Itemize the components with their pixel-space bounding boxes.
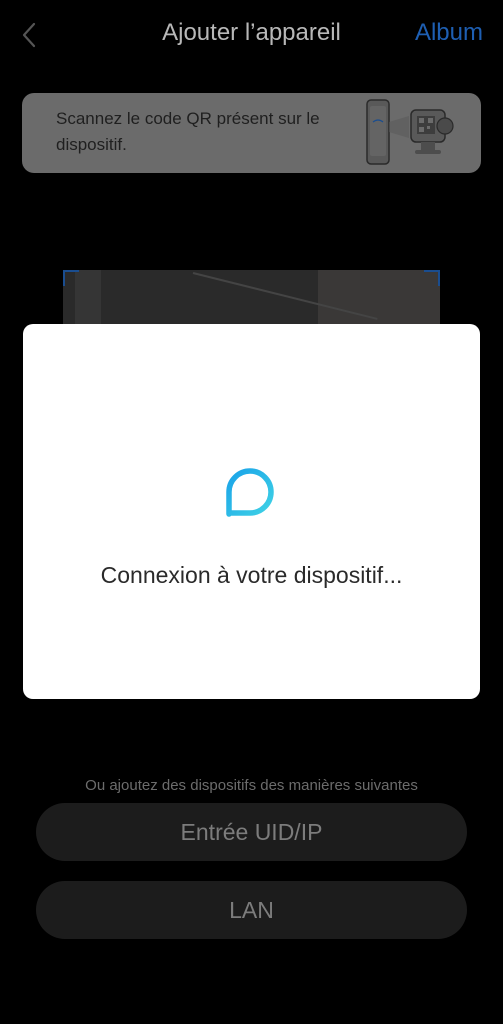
alternatives-caption: Ou ajoutez des dispositifs des manières … — [85, 777, 418, 794]
scan-frame-corner-top-left — [63, 270, 79, 286]
connecting-message: Connexion à votre dispositif... — [100, 562, 403, 588]
scan-frame-corner-top-right — [424, 270, 440, 286]
add-device-screen: Ajouter l’appareil Album Scannez le code… — [0, 0, 503, 1024]
header: Ajouter l’appareil Album — [0, 0, 503, 70]
album-button[interactable]: Album — [415, 19, 483, 47]
loading-icon — [226, 468, 274, 517]
connecting-dialog: Connexion à votre dispositif... — [23, 324, 480, 699]
scan-hint-banner: Scannez le code QR présent sur le dispos… — [22, 93, 481, 173]
chevron-left-icon — [22, 22, 36, 48]
uid-ip-entry-button[interactable]: Entrée UID/IP — [36, 803, 467, 861]
lan-button[interactable]: LAN — [36, 881, 467, 939]
back-button[interactable] — [12, 18, 46, 52]
scan-hint-text: Scannez le code QR présent sur le dispos… — [56, 109, 320, 154]
phone-scan-camera-illustration — [366, 99, 454, 165]
